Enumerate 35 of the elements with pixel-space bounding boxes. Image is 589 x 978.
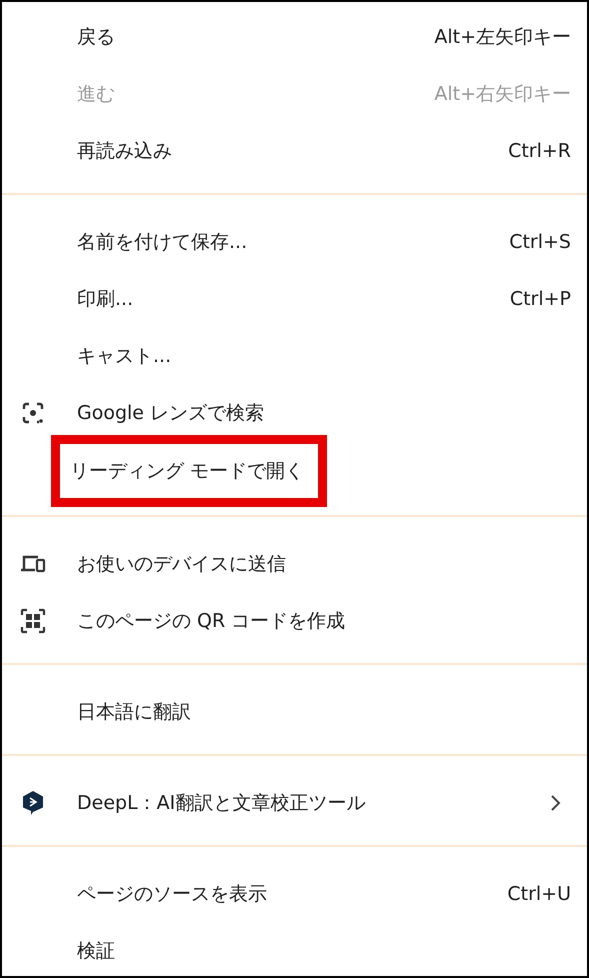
devices-icon	[20, 554, 46, 574]
menu-item-label: 日本語に翻訳	[77, 700, 192, 724]
menu-item-label: Google レンズで検索	[77, 400, 266, 426]
menu-item[interactable]: お使いのデバイスに送信	[2, 535, 587, 592]
menu-item-label: 検証	[77, 938, 116, 964]
menu-item-label: ページのソースを表示	[77, 882, 268, 906]
menu-item-label: リーディング モードで開く	[51, 435, 328, 507]
deepl-logo-icon	[20, 790, 44, 816]
menu-item-label: DeepL：AI翻訳と文章校正ツール	[77, 790, 366, 816]
menu-item[interactable]: ページのソースを表示 Ctrl+U	[2, 865, 587, 922]
camera-lens-icon	[20, 400, 44, 424]
menu-item-label: 印刷...	[77, 286, 134, 312]
shortcut-text: Ctrl+S	[509, 230, 571, 252]
menu-item[interactable]: 検証	[2, 922, 587, 976]
shortcut-text: Ctrl+P	[510, 288, 571, 310]
menu-item[interactable]: 戻る Alt+左矢印キー	[2, 8, 587, 65]
menu-item-label: キャスト...	[77, 344, 172, 368]
menu-item-label: 戻る	[77, 24, 116, 50]
menu-item-label: お使いのデバイスに送信	[77, 552, 287, 576]
qr-code-icon	[20, 608, 46, 634]
menu-item[interactable]: このページの QR コードを作成	[2, 592, 587, 649]
menu-item[interactable]: 名前を付けて保存... Ctrl+S	[2, 213, 587, 270]
shortcut-text: Alt+右矢印キー	[434, 82, 571, 106]
shortcut-text: Ctrl+U	[507, 882, 571, 904]
menu-item-label: 再読み込み	[77, 138, 173, 164]
menu-item[interactable]: 日本語に翻訳	[2, 683, 587, 740]
menu-item[interactable]: キャスト...	[2, 327, 587, 384]
menu-item-label: 名前を付けて保存...	[77, 230, 248, 254]
shortcut-text: Alt+左矢印キー	[434, 24, 571, 50]
menu-item[interactable]: 印刷... Ctrl+P	[2, 270, 587, 327]
menu-item[interactable]: 再読み込み Ctrl+R	[2, 122, 587, 179]
menu-item-label: 進む	[77, 82, 116, 106]
shortcut-text: Ctrl+R	[508, 140, 571, 162]
menu-item[interactable]: DeepL：AI翻訳と文章校正ツール	[2, 774, 587, 831]
menu-item-label: このページの QR コードを作成	[77, 608, 346, 634]
